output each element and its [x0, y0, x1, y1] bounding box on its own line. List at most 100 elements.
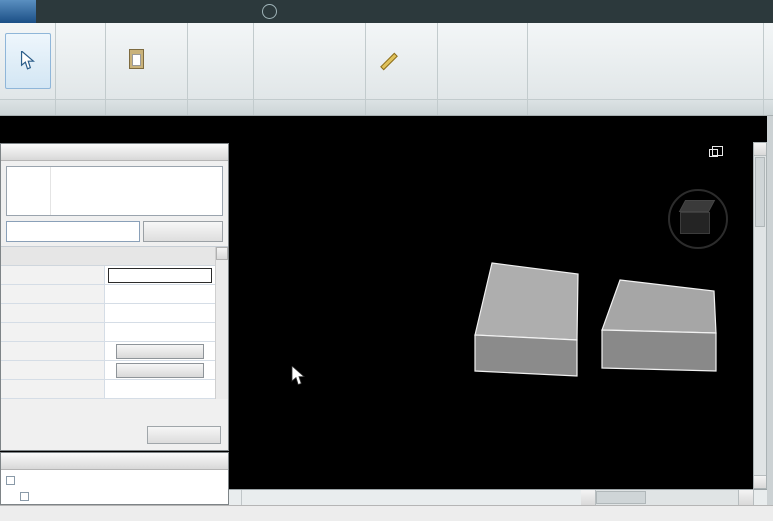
angle-dimension-icon[interactable] [409, 53, 425, 69]
vertical-scroll-thumb[interactable] [755, 157, 765, 227]
wall-joins-icon[interactable] [696, 61, 715, 78]
tab-structure[interactable] [54, 0, 72, 23]
detail-level-field[interactable] [105, 304, 215, 322]
apply-button[interactable] [147, 426, 221, 444]
shadows-icon[interactable] [308, 490, 330, 505]
viewcube-front-face[interactable] [680, 212, 710, 234]
rendering-dialog-icon[interactable] [330, 490, 352, 505]
tab-addins[interactable] [216, 0, 234, 23]
discipline-field[interactable] [105, 380, 215, 398]
close-icon[interactable] [729, 146, 745, 160]
scroll-left-icon[interactable] [581, 490, 596, 505]
match-properties-icon[interactable] [644, 61, 665, 83]
temporary-hide-icon[interactable] [396, 490, 418, 505]
properties-scroll-up-icon[interactable] [216, 247, 228, 260]
tab-analyze[interactable] [126, 0, 144, 23]
steering-wheel-button[interactable] [753, 489, 767, 505]
scroll-up-icon[interactable] [754, 143, 766, 156]
project-browser-header[interactable] [1, 453, 228, 470]
tab-architecture[interactable] [36, 0, 54, 23]
join-geometry-button[interactable] [288, 65, 310, 81]
close-inactive-windows-icon[interactable] [222, 44, 238, 60]
beam-joins-icon[interactable] [715, 61, 734, 78]
visual-style-icon[interactable] [264, 490, 286, 505]
expand-icon[interactable] [20, 492, 29, 501]
viewcube[interactable] [667, 188, 729, 250]
reveal-hidden-icon[interactable] [418, 490, 440, 505]
cut-geometry-button[interactable] [288, 41, 310, 57]
paint-icon[interactable] [315, 43, 331, 59]
edit-type-button[interactable] [143, 221, 223, 242]
scale-control[interactable] [229, 490, 242, 505]
app-button[interactable] [0, 0, 36, 23]
tab-systems[interactable] [72, 0, 90, 23]
tab-insert[interactable] [90, 0, 108, 23]
tab-view[interactable] [180, 0, 198, 23]
create-similar-icon[interactable] [484, 44, 500, 60]
cope-icon[interactable] [602, 61, 623, 83]
collapse-icon[interactable] [6, 476, 15, 485]
display-options-edit-button[interactable] [116, 363, 204, 378]
trim-icon[interactable] [665, 37, 686, 59]
view-selector-combo[interactable] [6, 221, 140, 242]
restore-icon[interactable] [705, 146, 721, 160]
tab-massing-site[interactable] [144, 0, 162, 23]
cut-icon[interactable] [149, 33, 165, 49]
scroll-right-icon[interactable] [738, 490, 753, 505]
show-crop-icon[interactable] [374, 490, 396, 505]
model-box-left[interactable] [475, 263, 578, 376]
constraints-icon[interactable] [462, 490, 484, 505]
tree-item-floor-plans[interactable] [20, 488, 228, 504]
horizontal-scroll-thumb[interactable] [596, 491, 646, 504]
crop-view-icon[interactable] [352, 490, 374, 505]
render-icon[interactable] [222, 63, 238, 79]
scroll-down-icon[interactable] [754, 475, 766, 488]
tab-collaborate[interactable] [162, 0, 180, 23]
create-assembly-icon[interactable] [461, 63, 477, 79]
properties-scrollbar[interactable] [215, 247, 228, 399]
family-types-icon[interactable] [71, 63, 91, 83]
tab-annotate[interactable] [108, 0, 126, 23]
tab-family-library-master[interactable] [234, 0, 252, 23]
rotate-icon[interactable] [644, 37, 665, 59]
offset-icon[interactable] [560, 37, 581, 59]
scale-icon[interactable] [581, 61, 602, 83]
analytical-display-icon[interactable] [440, 490, 462, 505]
delete-selection-icon[interactable] [734, 61, 753, 78]
paint-tool-icon[interactable] [623, 61, 644, 83]
align-icon[interactable] [539, 37, 560, 59]
paste-icon[interactable] [129, 49, 144, 69]
sun-path-icon[interactable] [286, 490, 308, 505]
delete-icon[interactable] [734, 43, 753, 60]
array-icon[interactable] [560, 61, 581, 83]
match-type-icon[interactable] [149, 73, 165, 89]
cut-profile-icon[interactable] [199, 63, 215, 79]
geometry-join-icon[interactable] [665, 61, 686, 83]
measure-ruler-icon[interactable] [380, 52, 398, 70]
parts-visibility-field[interactable] [105, 323, 215, 341]
create-group-icon[interactable] [461, 44, 477, 60]
copy-tool-icon[interactable] [623, 37, 644, 59]
tab-manage[interactable] [198, 0, 216, 23]
copy-icon[interactable] [149, 53, 165, 69]
visibility-edit-button[interactable] [116, 344, 204, 359]
pin-icon[interactable] [696, 43, 715, 60]
graphics-section-header[interactable] [1, 247, 215, 266]
viewcube-top-face[interactable] [679, 200, 715, 212]
drawing-canvas[interactable] [229, 116, 767, 505]
move-icon[interactable] [602, 37, 623, 59]
type-selector[interactable] [6, 166, 223, 216]
create-parts-icon[interactable] [484, 63, 500, 79]
unpin-icon[interactable] [715, 43, 734, 60]
minimize-icon[interactable] [681, 146, 697, 160]
view-scale-field[interactable] [108, 268, 212, 283]
horizontal-scrollbar[interactable] [581, 489, 753, 505]
modify-button[interactable] [5, 33, 51, 89]
ribbon-cycle-button[interactable] [262, 4, 277, 19]
demolish-icon[interactable] [315, 63, 331, 79]
model-box-right[interactable] [602, 280, 716, 371]
vertical-scrollbar[interactable] [753, 142, 767, 489]
detail-level-icon[interactable] [242, 490, 264, 505]
properties-palette-icon[interactable] [71, 39, 91, 59]
mirror-icon[interactable] [581, 37, 602, 59]
